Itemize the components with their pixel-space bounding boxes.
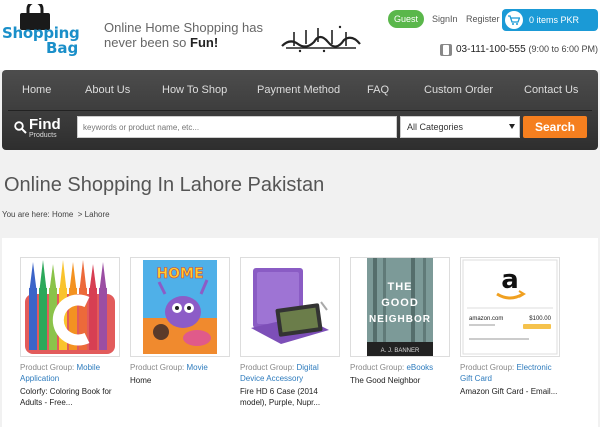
- product-group-prefix: Product Group:: [240, 363, 295, 372]
- product-image[interactable]: HOME: [130, 257, 230, 357]
- product-group-prefix: Product Group:: [130, 363, 185, 372]
- svg-text:NEIGHBOR: NEIGHBOR: [369, 314, 431, 325]
- svg-text:a: a: [501, 265, 519, 295]
- main-nav: Home About Us How To Shop Payment Method…: [2, 70, 598, 150]
- search-input[interactable]: [77, 116, 397, 138]
- product-group-prefix: Product Group:: [20, 363, 75, 372]
- find-label: Find: [29, 116, 61, 133]
- category-select[interactable]: All Categories: [400, 116, 520, 138]
- product-name[interactable]: The Good Neighbor: [350, 375, 452, 386]
- breadcrumb: You are here: Home > Lahore: [2, 210, 110, 219]
- product-image[interactable]: [20, 257, 120, 357]
- breadcrumb-home-link[interactable]: Home: [52, 210, 73, 219]
- nav-item-payment-method[interactable]: Payment Method: [257, 84, 340, 96]
- bismillah-calligraphy-icon: [281, 25, 361, 53]
- svg-text:$100.00: $100.00: [529, 316, 551, 322]
- nav-divider: [8, 110, 592, 111]
- product-group: Product Group: eBooks: [350, 362, 452, 373]
- svg-text:GOOD: GOOD: [381, 297, 419, 309]
- product-image[interactable]: [240, 257, 340, 357]
- nav-item-how-to-shop[interactable]: How To Shop: [162, 84, 227, 96]
- product-group: Product Group: Mobile Application: [20, 362, 122, 384]
- nav-item-faq[interactable]: FAQ: [367, 84, 389, 96]
- product-image[interactable]: THE GOOD NEIGHBOR A. J. BANNER: [350, 257, 450, 357]
- home-movie-poster: HOME: [143, 260, 217, 354]
- signin-link[interactable]: SignIn: [432, 14, 458, 24]
- product-group-prefix: Product Group:: [460, 363, 515, 372]
- product-name[interactable]: Colorfy: Coloring Book for Adults - Free…: [20, 386, 122, 408]
- products-label: Products: [29, 132, 57, 139]
- product-image[interactable]: a amazon.com $100.00: [460, 257, 560, 357]
- phone-number: 03-111-100-555 (9:00 to 6:00 PM): [456, 44, 598, 55]
- svg-text:amazon.com: amazon.com: [469, 316, 503, 322]
- nav-item-custom-order[interactable]: Custom Order: [424, 84, 493, 96]
- tagline: Online Home Shopping has never been so F…: [104, 20, 264, 50]
- cart-icon: [505, 11, 523, 29]
- find-products-label: Find Products: [14, 116, 74, 142]
- search-button[interactable]: Search: [523, 116, 587, 138]
- svg-text:THE: THE: [388, 281, 413, 293]
- phone-value: 03-111-100-555: [456, 44, 526, 55]
- product-name[interactable]: Fire HD 6 Case (2014 model), Purple, Nup…: [240, 386, 342, 408]
- product-group-prefix: Product Group:: [350, 363, 405, 372]
- product-panel: Product Group: Mobile Application Colorf…: [2, 238, 598, 427]
- gift-card-image: a amazon.com $100.00: [462, 259, 558, 355]
- cart-button[interactable]: 0 items PKR 0.00: [502, 9, 598, 47]
- guest-button[interactable]: Guest: [388, 10, 424, 28]
- product-group: Product Group: Movie: [130, 362, 232, 373]
- phone-hours: (9:00 to 6:00 PM): [528, 44, 599, 54]
- nav-item-home[interactable]: Home: [22, 84, 51, 96]
- logo-text-bag: Bag: [46, 39, 79, 57]
- phone-icon: [440, 44, 452, 56]
- product-group-link[interactable]: Movie: [186, 363, 207, 372]
- product-group: Product Group: Electronic Gift Card: [460, 362, 562, 384]
- tagline-text: Online Home Shopping has never been so: [104, 20, 263, 50]
- svg-text:A. J. BANNER: A. J. BANNER: [381, 348, 420, 354]
- product-group: Product Group: Digital Device Accessory: [240, 362, 342, 384]
- colorfy-app-icon: [21, 258, 119, 356]
- tablet-case-image: [251, 268, 329, 344]
- page-title: Online Shopping In Lahore Pakistan: [4, 174, 325, 196]
- book-cover-image: THE GOOD NEIGHBOR A. J. BANNER: [367, 258, 433, 356]
- breadcrumb-current: > Lahore: [77, 210, 110, 219]
- tagline-bold: Fun!: [190, 35, 219, 50]
- product-name[interactable]: Home: [130, 375, 232, 386]
- product-name[interactable]: Amazon Gift Card - Email...: [460, 386, 562, 397]
- nav-item-about-us[interactable]: About Us: [85, 84, 130, 96]
- logo[interactable]: Shopping Bag: [2, 4, 86, 62]
- category-selected-value: All Categories: [407, 122, 464, 132]
- chevron-down-icon: [509, 124, 515, 129]
- breadcrumb-prefix: You are here:: [2, 210, 50, 219]
- svg-text:HOME: HOME: [156, 266, 203, 282]
- nav-item-contact-us[interactable]: Contact Us: [524, 84, 578, 96]
- search-icon: [14, 121, 27, 134]
- product-group-link[interactable]: eBooks: [406, 363, 433, 372]
- site-header: Shopping Bag Online Home Shopping has ne…: [0, 0, 600, 70]
- register-link[interactable]: Register: [466, 14, 500, 24]
- nav-menu: Home About Us How To Shop Payment Method…: [2, 70, 598, 110]
